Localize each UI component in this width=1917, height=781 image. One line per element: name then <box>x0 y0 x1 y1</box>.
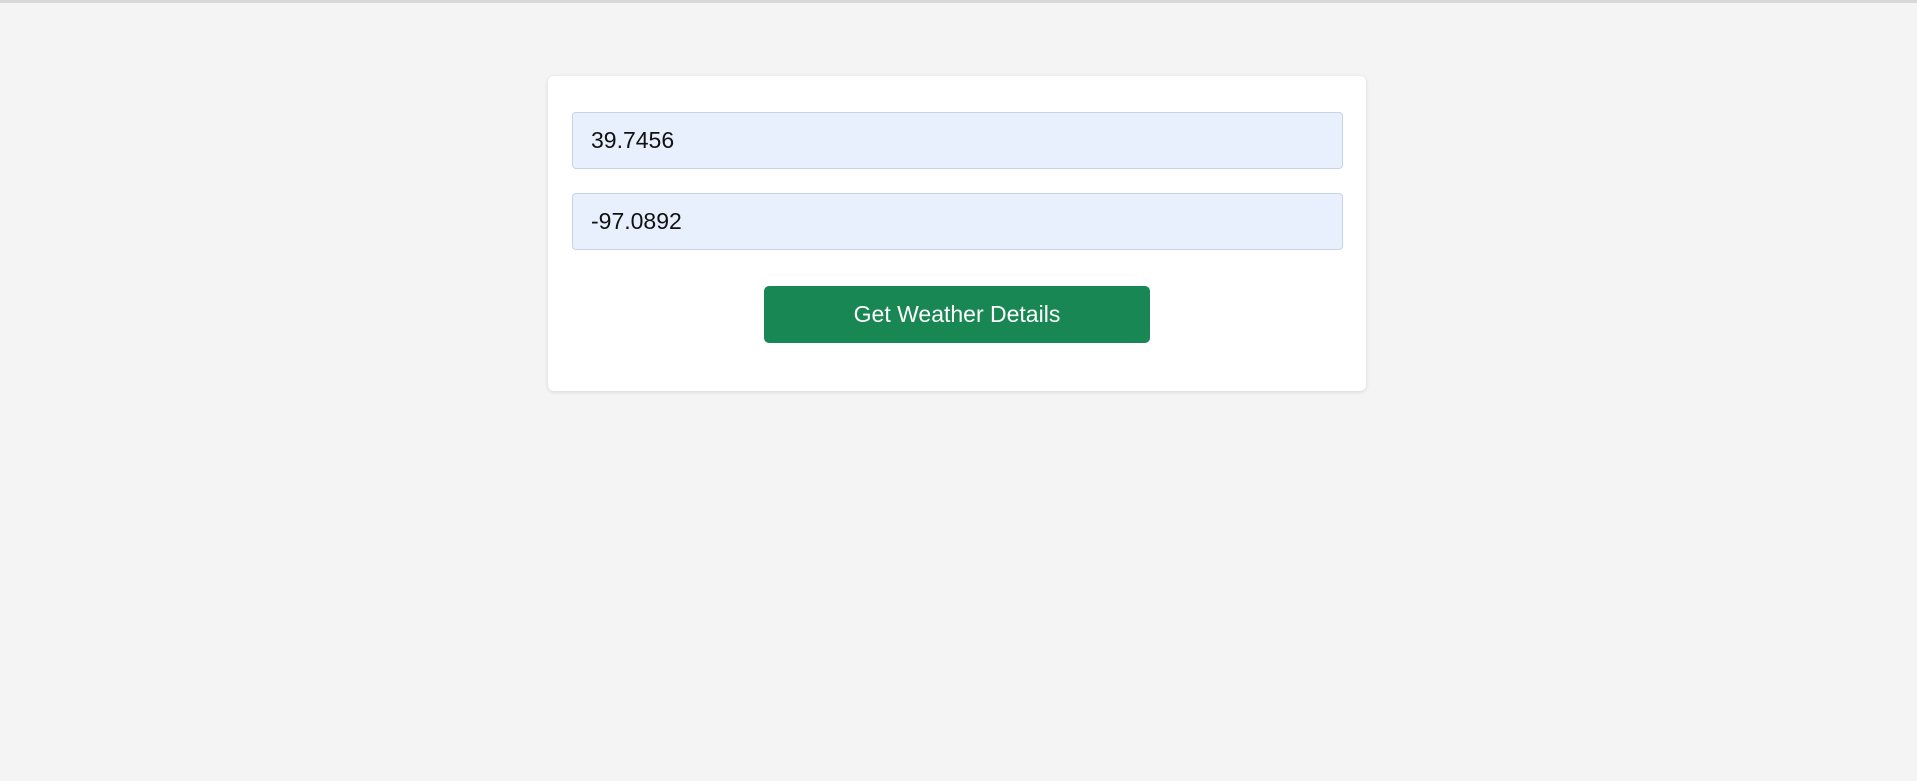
longitude-input[interactable] <box>572 193 1343 250</box>
top-divider <box>0 0 1917 3</box>
weather-form-card: Get Weather Details <box>548 76 1366 391</box>
get-weather-details-button[interactable]: Get Weather Details <box>764 286 1150 343</box>
latitude-input[interactable] <box>572 112 1343 169</box>
